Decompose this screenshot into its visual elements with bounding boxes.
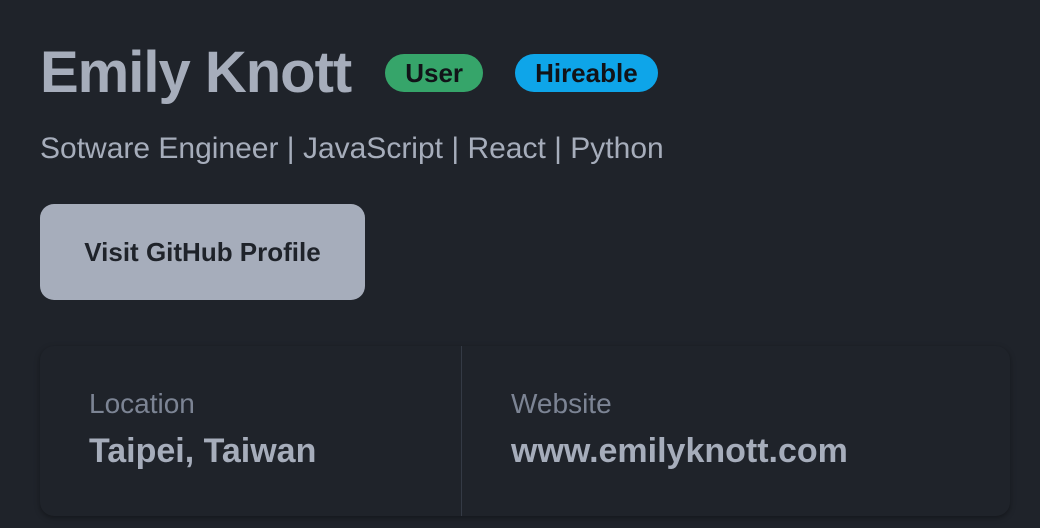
visit-github-profile-button[interactable]: Visit GitHub Profile	[40, 204, 365, 300]
stat-location-title: Location	[89, 388, 195, 419]
stat-website: Website www.emilyknott.com	[461, 346, 882, 516]
hireable-badge: Hireable	[515, 54, 658, 92]
profile-name: Emily Knott	[40, 40, 352, 105]
stat-location-value: Taipei, Taiwan	[89, 432, 317, 470]
profile-stats: Location Taipei, Taiwan Website www.emil…	[40, 346, 1010, 516]
profile-bio: Sotware Engineer | JavaScript | React | …	[40, 132, 664, 165]
profile-header: Emily Knott User Hireable	[40, 38, 658, 108]
stat-website-link[interactable]: www.emilyknott.com	[511, 428, 882, 474]
stat-website-title: Website	[511, 388, 612, 419]
stat-location: Location Taipei, Taiwan	[40, 346, 461, 516]
user-badge: User	[385, 54, 484, 92]
